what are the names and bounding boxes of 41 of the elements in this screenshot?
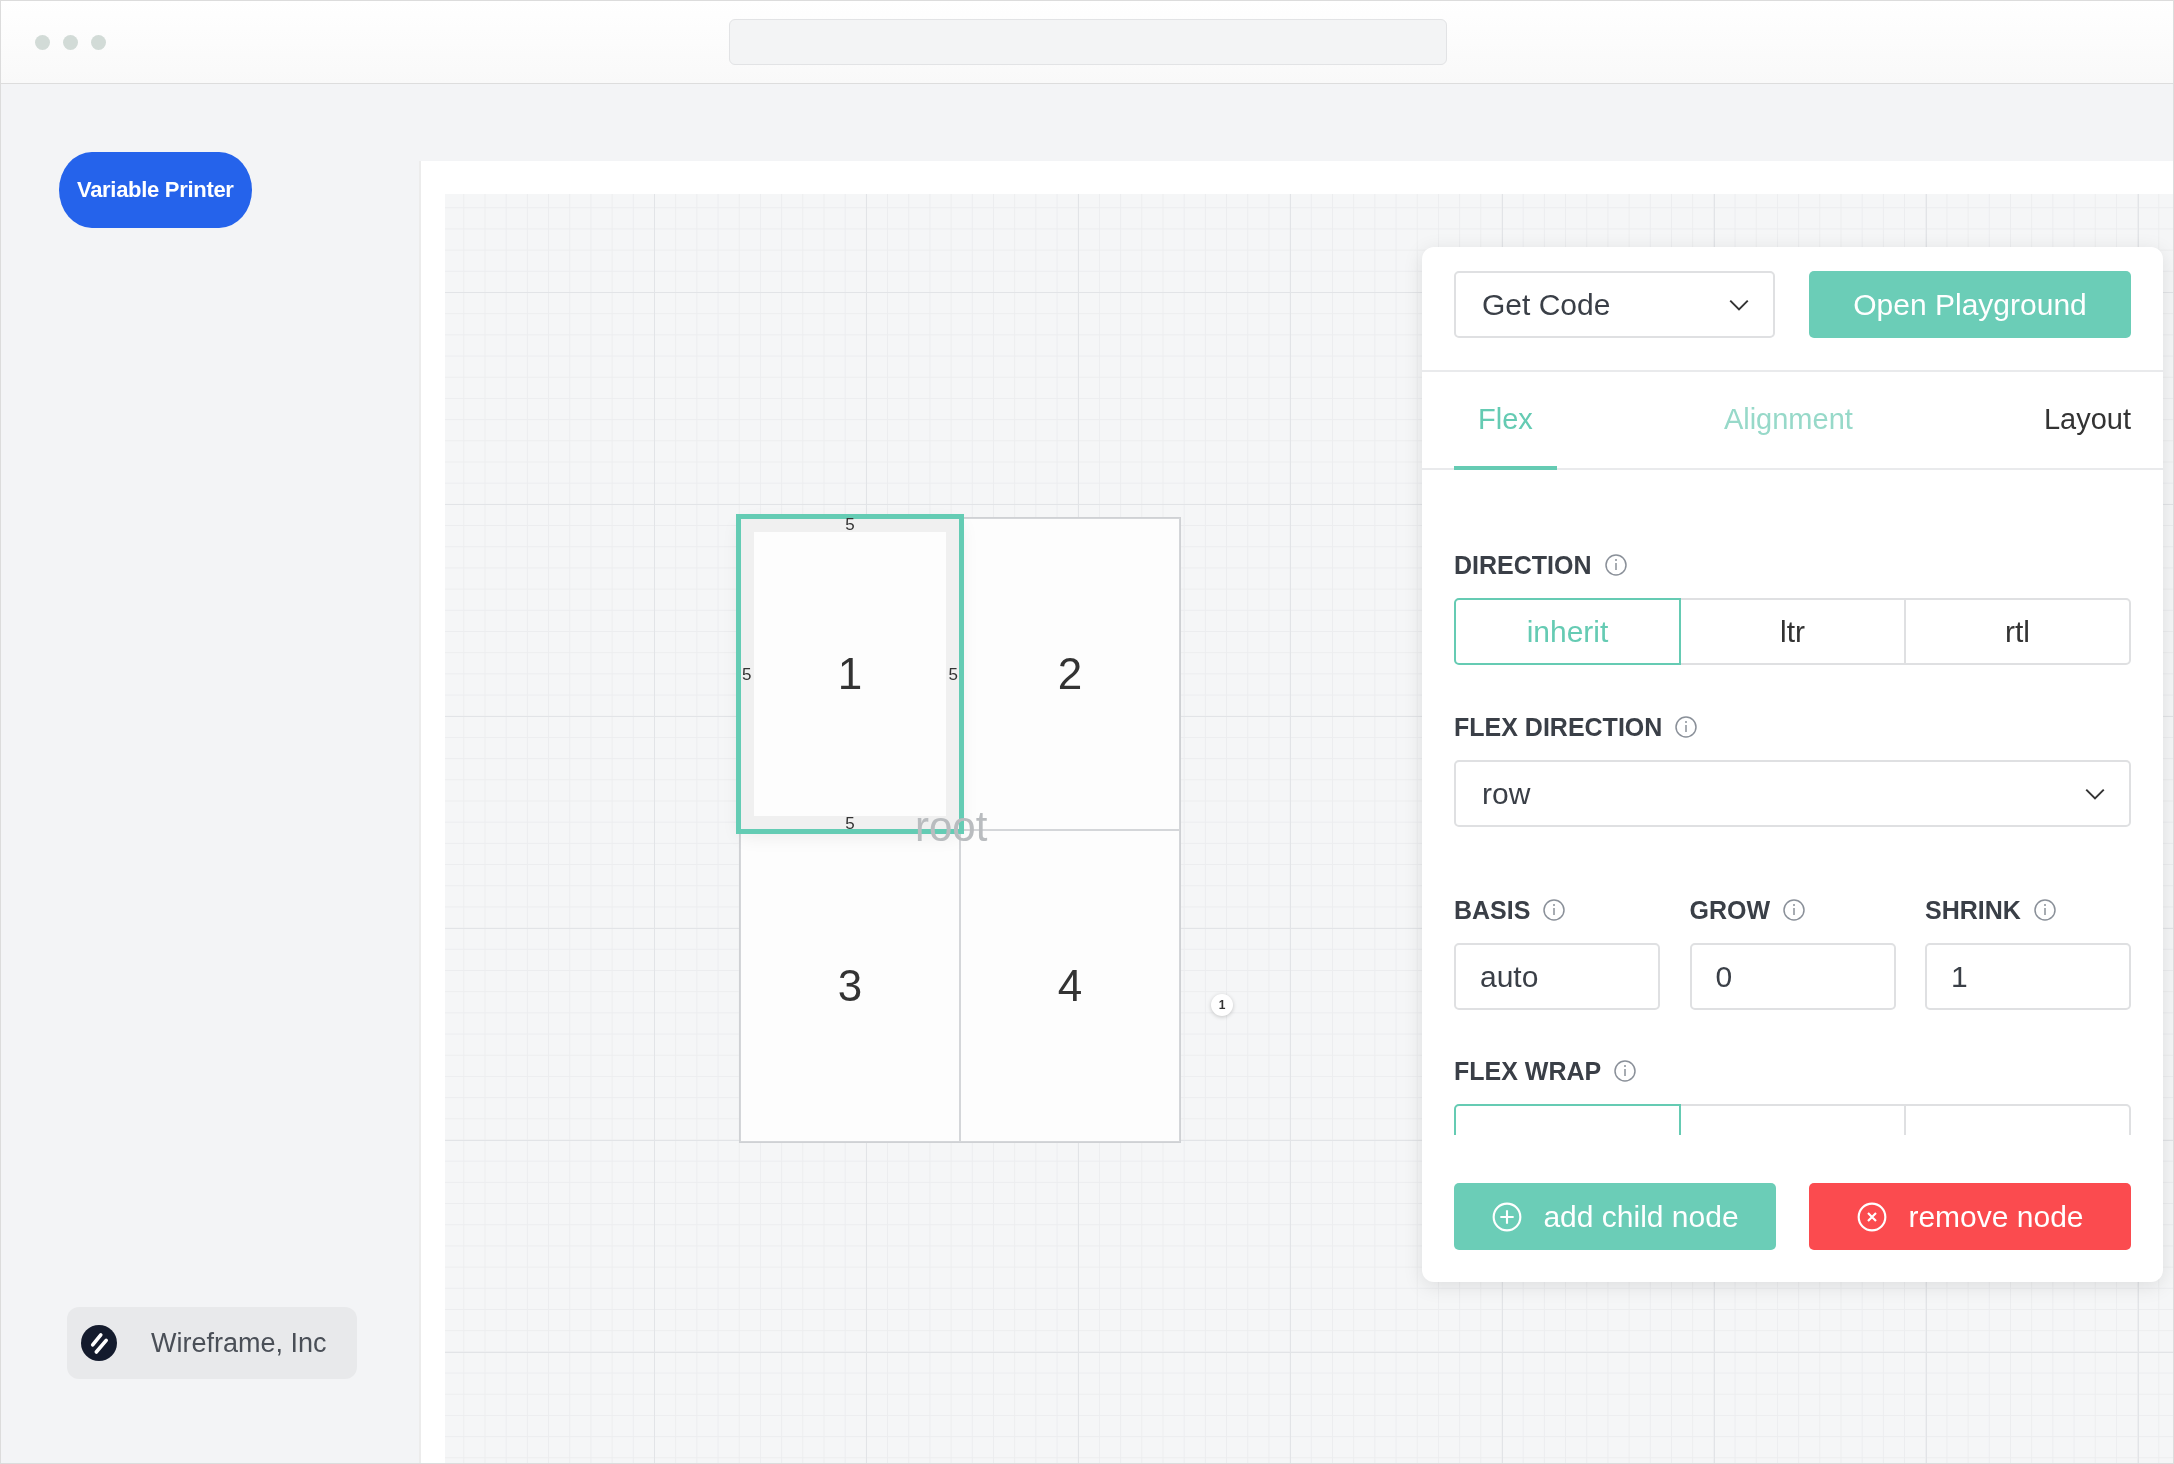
- tab[interactable]: Layout: [2019, 372, 2131, 470]
- node-number: 3: [837, 961, 863, 1011]
- input-field[interactable]: 1: [1925, 943, 2131, 1010]
- info-icon: [2032, 898, 2057, 922]
- address-bar[interactable]: [729, 19, 1447, 65]
- field-label: DIRECTION: [1454, 550, 1592, 580]
- input-field[interactable]: 0: [1689, 943, 1896, 1010]
- input-field[interactable]: auto: [1454, 943, 1660, 1010]
- info-icon: [1674, 715, 1699, 739]
- node-number: 1: [837, 649, 863, 699]
- logo-badge[interactable]: Variable Printer: [59, 152, 252, 228]
- window-control-icon[interactable]: [35, 34, 50, 50]
- padding-value: 5: [845, 815, 855, 832]
- code-dropdown[interactable]: Get Code: [1454, 271, 1775, 338]
- direction-dropdown[interactable]: row: [1454, 760, 2131, 827]
- segment-option[interactable]: ltr: [1679, 598, 1906, 665]
- info-icon: [1603, 553, 1628, 577]
- plus-circle-icon: [1491, 1200, 1524, 1233]
- org-badge[interactable]: Wireframe, Inc: [67, 1307, 357, 1379]
- org-name: Wireframe, Inc: [151, 1327, 327, 1359]
- field-label: SHRINK: [1925, 895, 2021, 925]
- info-icon: [1782, 898, 1807, 922]
- segment-option[interactable]: rtl: [1904, 598, 2131, 665]
- chevron-icon: [2085, 787, 2105, 800]
- padding-value: 5: [948, 665, 958, 683]
- field-label: GROW: [1689, 895, 1771, 925]
- logo-icon: [81, 1325, 117, 1361]
- field-label: BASIS: [1454, 895, 1531, 925]
- close-icon: [1856, 1200, 1889, 1233]
- node-number: 2: [1057, 649, 1083, 699]
- window-control-icon[interactable]: [91, 34, 106, 50]
- field-label: FLEX DIRECTION: [1454, 712, 1663, 742]
- padding-value: 5: [742, 665, 752, 683]
- field-label: FLEX WRAP: [1454, 1056, 1602, 1086]
- padding-value: 5: [845, 516, 855, 533]
- window-control-icon[interactable]: [63, 34, 78, 50]
- chevron-icon: [1729, 298, 1749, 311]
- count-badge: 1: [1211, 994, 1233, 1016]
- info-icon: [1542, 898, 1567, 922]
- info-icon: [1613, 1059, 1638, 1083]
- node-number: 4: [1057, 961, 1083, 1011]
